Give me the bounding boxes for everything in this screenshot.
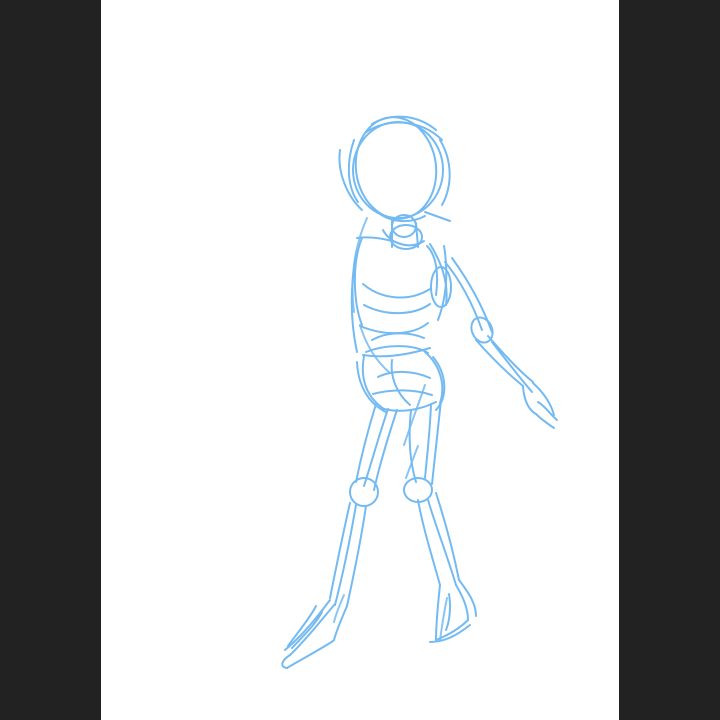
drawing-canvas[interactable] xyxy=(101,0,619,720)
drawing-app xyxy=(0,0,720,720)
